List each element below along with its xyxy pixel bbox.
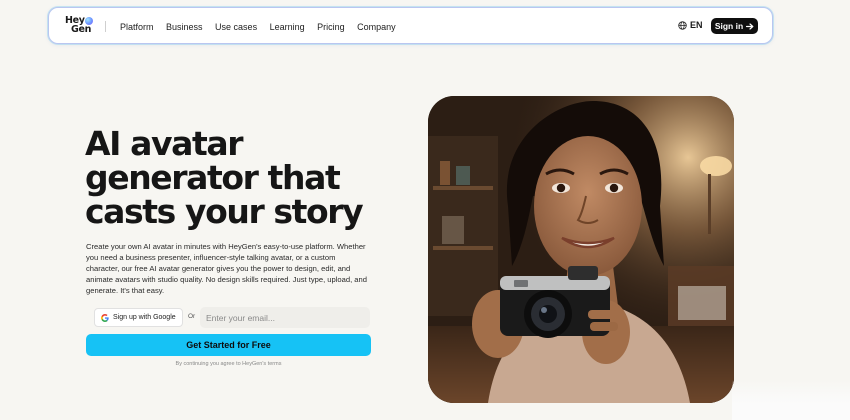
nav-item-platform[interactable]: Platform bbox=[120, 22, 154, 32]
hero-title-line3: casts your story bbox=[85, 192, 364, 231]
sign-in-label: Sign in bbox=[714, 21, 744, 31]
nav-item-pricing[interactable]: Pricing bbox=[317, 22, 345, 32]
or-separator: Or bbox=[188, 313, 196, 320]
arrow-right-icon bbox=[746, 22, 754, 30]
nav-item-company[interactable]: Company bbox=[357, 22, 396, 32]
nav-item-learning[interactable]: Learning bbox=[270, 22, 305, 32]
nav-item-use-cases[interactable]: Use cases bbox=[215, 22, 257, 32]
get-started-button[interactable]: Get Started for Free bbox=[86, 334, 371, 356]
hero-description: Create your own AI avatar in minutes wit… bbox=[86, 242, 367, 296]
terms-note: By continuing you agree to HeyGen's term… bbox=[175, 361, 282, 367]
globe-icon bbox=[678, 20, 687, 30]
nav-menu: Platform Business Use cases Learning Pri… bbox=[120, 8, 408, 45]
logo-orb-icon bbox=[85, 17, 93, 25]
language-selector[interactable]: EN bbox=[678, 20, 703, 30]
logo-text-line2: Gen bbox=[71, 24, 92, 35]
hero-title: AI avatar generator that casts your stor… bbox=[85, 127, 415, 229]
google-icon bbox=[101, 313, 109, 322]
email-input[interactable] bbox=[200, 307, 370, 328]
sign-in-button[interactable]: Sign in bbox=[711, 18, 758, 34]
hero-avatar-image bbox=[428, 96, 734, 403]
logo-divider bbox=[105, 21, 106, 32]
google-signup-label: Sign up with Google bbox=[113, 314, 176, 321]
woman-with-camera-illustration bbox=[428, 96, 734, 403]
corner-fade bbox=[732, 380, 850, 420]
google-signup-button[interactable]: Sign up with Google bbox=[94, 308, 183, 327]
nav-item-business[interactable]: Business bbox=[166, 22, 203, 32]
heygen-logo[interactable]: Hey Gen bbox=[65, 16, 95, 38]
get-started-label: Get Started for Free bbox=[186, 340, 271, 350]
top-navbar: Hey Gen Platform Business Use cases Lear… bbox=[48, 7, 773, 44]
language-label: EN bbox=[690, 20, 703, 30]
